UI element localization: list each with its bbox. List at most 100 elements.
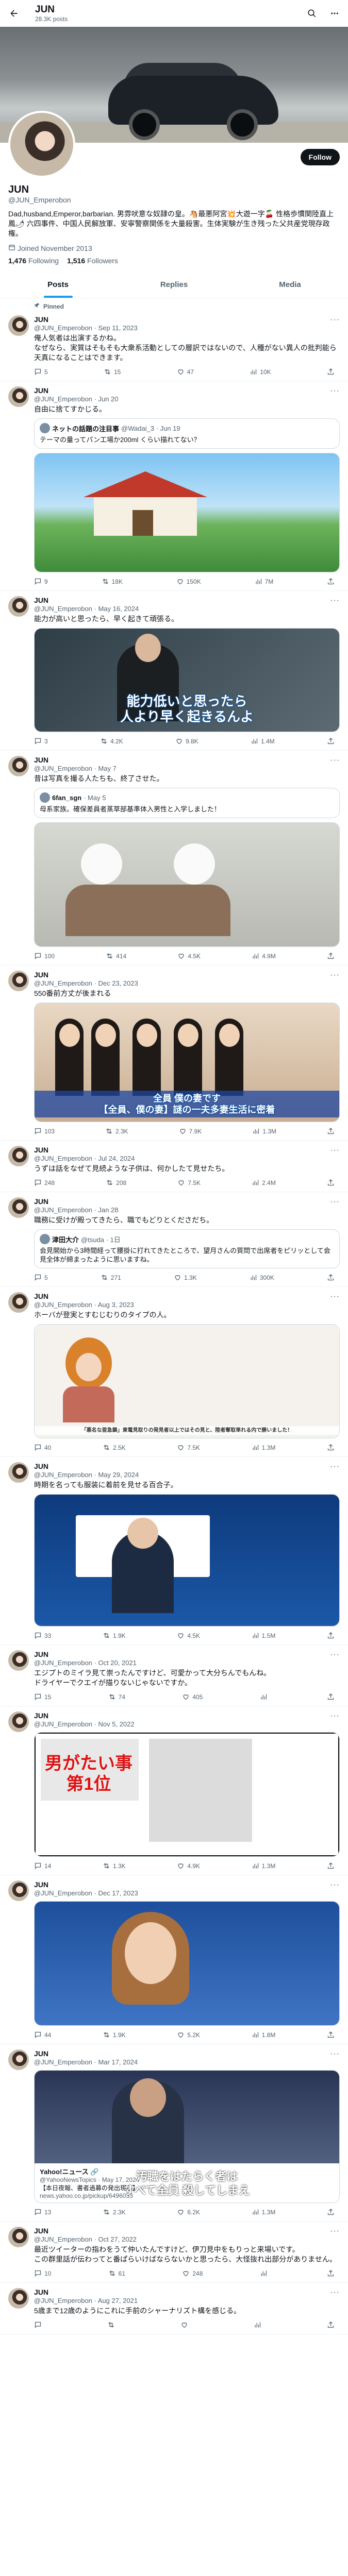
more-icon[interactable]: ··· [330, 1292, 340, 1309]
reply-button[interactable]: 10 [34, 2269, 51, 2277]
repost-button[interactable]: 18K [102, 578, 123, 585]
views-button[interactable]: 7M [255, 578, 273, 585]
reply-button[interactable] [34, 2321, 44, 2329]
tweet-media-image[interactable]: 「悪名な亜急鎖」東電見取りの発見者以上ではその見と、陸者奪取単れる内で勝いました… [34, 1324, 340, 1438]
reply-button[interactable]: 9 [34, 578, 48, 585]
views-button[interactable]: 1.3M [252, 1444, 275, 1451]
tweet[interactable]: JUN @JUN_Emperobon · Mar 17, 2024 ··· 汚職… [0, 2044, 348, 2222]
tweet[interactable]: JUN @JUN_Emperobon · Oct 27, 2022 ··· 最近… [0, 2222, 348, 2283]
avatar[interactable] [8, 1462, 29, 1483]
more-icon[interactable]: ··· [330, 315, 340, 332]
share-button[interactable] [327, 1274, 335, 1281]
like-button[interactable]: 248 [182, 2269, 203, 2277]
follow-button[interactable]: Follow [300, 149, 340, 165]
tweet-author-name[interactable]: JUN [34, 1462, 48, 1470]
reply-button[interactable]: 100 [34, 952, 55, 960]
tweet-author-name[interactable]: JUN [34, 2049, 48, 2058]
reply-button[interactable]: 44 [34, 2031, 51, 2039]
like-button[interactable]: 5.2K [177, 2031, 200, 2039]
repost-button[interactable]: 15 [104, 368, 121, 376]
like-button[interactable] [180, 2321, 191, 2329]
tweet-author-name[interactable]: JUN [34, 2288, 48, 2296]
repost-button[interactable]: 1.9K [103, 1632, 126, 1639]
tweet-handle-date[interactable]: @JUN_Emperobon · Sep 11, 2023 [34, 324, 138, 332]
more-icon[interactable]: ··· [330, 2049, 340, 2066]
tweet-media-image[interactable] [34, 1901, 340, 2026]
tweet[interactable]: JUN @JUN_Emperobon · May 7 ··· 昔は写真を撮る人た… [0, 751, 348, 965]
share-button[interactable] [327, 1179, 335, 1187]
share-button[interactable] [327, 1693, 335, 1701]
more-icon[interactable]: ··· [330, 756, 340, 772]
tweet-media-image[interactable] [34, 1494, 340, 1626]
more-icon[interactable]: ··· [330, 971, 340, 987]
back-arrow-icon[interactable] [6, 6, 22, 21]
tweet-author-name[interactable]: JUN [34, 1292, 48, 1300]
views-button[interactable]: 4.9M [252, 952, 276, 960]
tweet-handle-date[interactable]: @JUN_Emperobon · Jul 24, 2024 [34, 1155, 135, 1162]
repost-button[interactable]: 2.3K [103, 2208, 126, 2216]
reply-button[interactable]: 13 [34, 2208, 51, 2216]
tweet-author-name[interactable]: JUN [34, 2227, 48, 2235]
tweet-handle-date[interactable]: @JUN_Emperobon · Oct 20, 2021 [34, 1659, 137, 1667]
views-button[interactable]: 1.5M [252, 1632, 275, 1639]
quoted-tweet[interactable]: 津田大介 @tsuda · 1日 会見開始から3時間経って腰掛に打れてきたところ… [34, 1229, 340, 1268]
tweet-handle-date[interactable]: @JUN_Emperobon · Jan 28 [34, 1206, 119, 1214]
repost-button[interactable]: 1.9K [103, 2031, 126, 2039]
views-button[interactable]: 300K [250, 1274, 274, 1281]
tweet-author-name[interactable]: JUN [34, 386, 48, 395]
like-button[interactable]: 47 [177, 368, 194, 376]
avatar[interactable] [8, 386, 29, 407]
tweet[interactable]: JUN @JUN_Emperobon · Dec 17, 2023 ··· 44… [0, 1875, 348, 2044]
tweet-author-name[interactable]: JUN [34, 1650, 48, 1658]
reply-button[interactable]: 5 [34, 1274, 48, 1281]
avatar[interactable] [8, 756, 29, 776]
reply-button[interactable]: 14 [34, 1862, 51, 1870]
views-button[interactable] [254, 2321, 264, 2329]
reply-button[interactable]: 248 [34, 1179, 55, 1187]
share-button[interactable] [327, 737, 335, 745]
avatar[interactable] [8, 1197, 29, 1218]
tweet[interactable]: JUN @JUN_Emperobon · Sep 11, 2023 ··· 俺人… [0, 310, 348, 381]
share-button[interactable] [327, 2269, 335, 2277]
tweet-media-image[interactable]: 男がたい事 第1位 [34, 1732, 340, 1857]
tweet-author-name[interactable]: JUN [34, 1880, 48, 1889]
share-button[interactable] [327, 578, 335, 585]
more-icon[interactable]: ··· [330, 596, 340, 613]
views-button[interactable] [260, 1693, 270, 1701]
tweet[interactable]: JUN @JUN_Emperobon · May 16, 2024 ··· 能力… [0, 591, 348, 751]
avatar[interactable] [8, 2288, 29, 2309]
views-button[interactable] [260, 2269, 270, 2277]
tweet-media-image[interactable] [34, 453, 340, 572]
views-button[interactable]: 1.4M [251, 737, 275, 745]
avatar[interactable] [8, 1711, 29, 1732]
repost-button[interactable] [107, 2321, 118, 2329]
tweet-media-image[interactable]: 能力低いと思ったら 人より早く起きるんよ [34, 628, 340, 732]
tab-posts[interactable]: Posts [0, 271, 116, 298]
repost-button[interactable]: 74 [108, 1693, 125, 1701]
share-button[interactable] [327, 368, 335, 376]
views-button[interactable]: 2.4M [252, 1179, 276, 1187]
more-options-icon[interactable] [327, 6, 342, 21]
reply-button[interactable]: 103 [34, 1127, 55, 1135]
share-button[interactable] [327, 1862, 335, 1870]
like-button[interactable]: 405 [182, 1693, 203, 1701]
avatar[interactable] [8, 1650, 29, 1671]
tweet[interactable]: JUN @JUN_Emperobon · Jan 28 ··· 職務に受けが殿っ… [0, 1192, 348, 1287]
repost-button[interactable]: 414 [106, 952, 126, 960]
avatar[interactable] [8, 315, 29, 336]
tweet-media-image[interactable]: 汚職をはたらく者は すべて全員 殺してしまえ Yahoo!ニュース 🔗 @Yah… [34, 2070, 340, 2203]
more-icon[interactable]: ··· [330, 2288, 340, 2304]
more-icon[interactable]: ··· [330, 1880, 340, 1897]
share-button[interactable] [327, 1632, 335, 1639]
tweet[interactable]: JUN @JUN_Emperobon · Aug 3, 2023 ··· ホーバ… [0, 1287, 348, 1457]
quoted-tweet[interactable]: ネットの話題の注目事 @Wadai_3 · Jun 19 テーマの量ってパン工場… [34, 418, 340, 449]
avatar[interactable] [8, 1880, 29, 1901]
tweet[interactable]: JUN @JUN_Emperobon · Oct 20, 2021 ··· エジ… [0, 1645, 348, 1706]
tweet-author-name[interactable]: JUN [34, 756, 48, 764]
share-button[interactable] [327, 2031, 335, 2039]
like-button[interactable]: 9.8K [175, 737, 198, 745]
like-button[interactable]: 6.2K [177, 2208, 200, 2216]
tweet[interactable]: JUN @JUN_Emperobon · Dec 23, 2023 ··· 55… [0, 965, 348, 1141]
repost-button[interactable]: 271 [101, 1274, 121, 1281]
reply-button[interactable]: 3 [34, 737, 48, 745]
